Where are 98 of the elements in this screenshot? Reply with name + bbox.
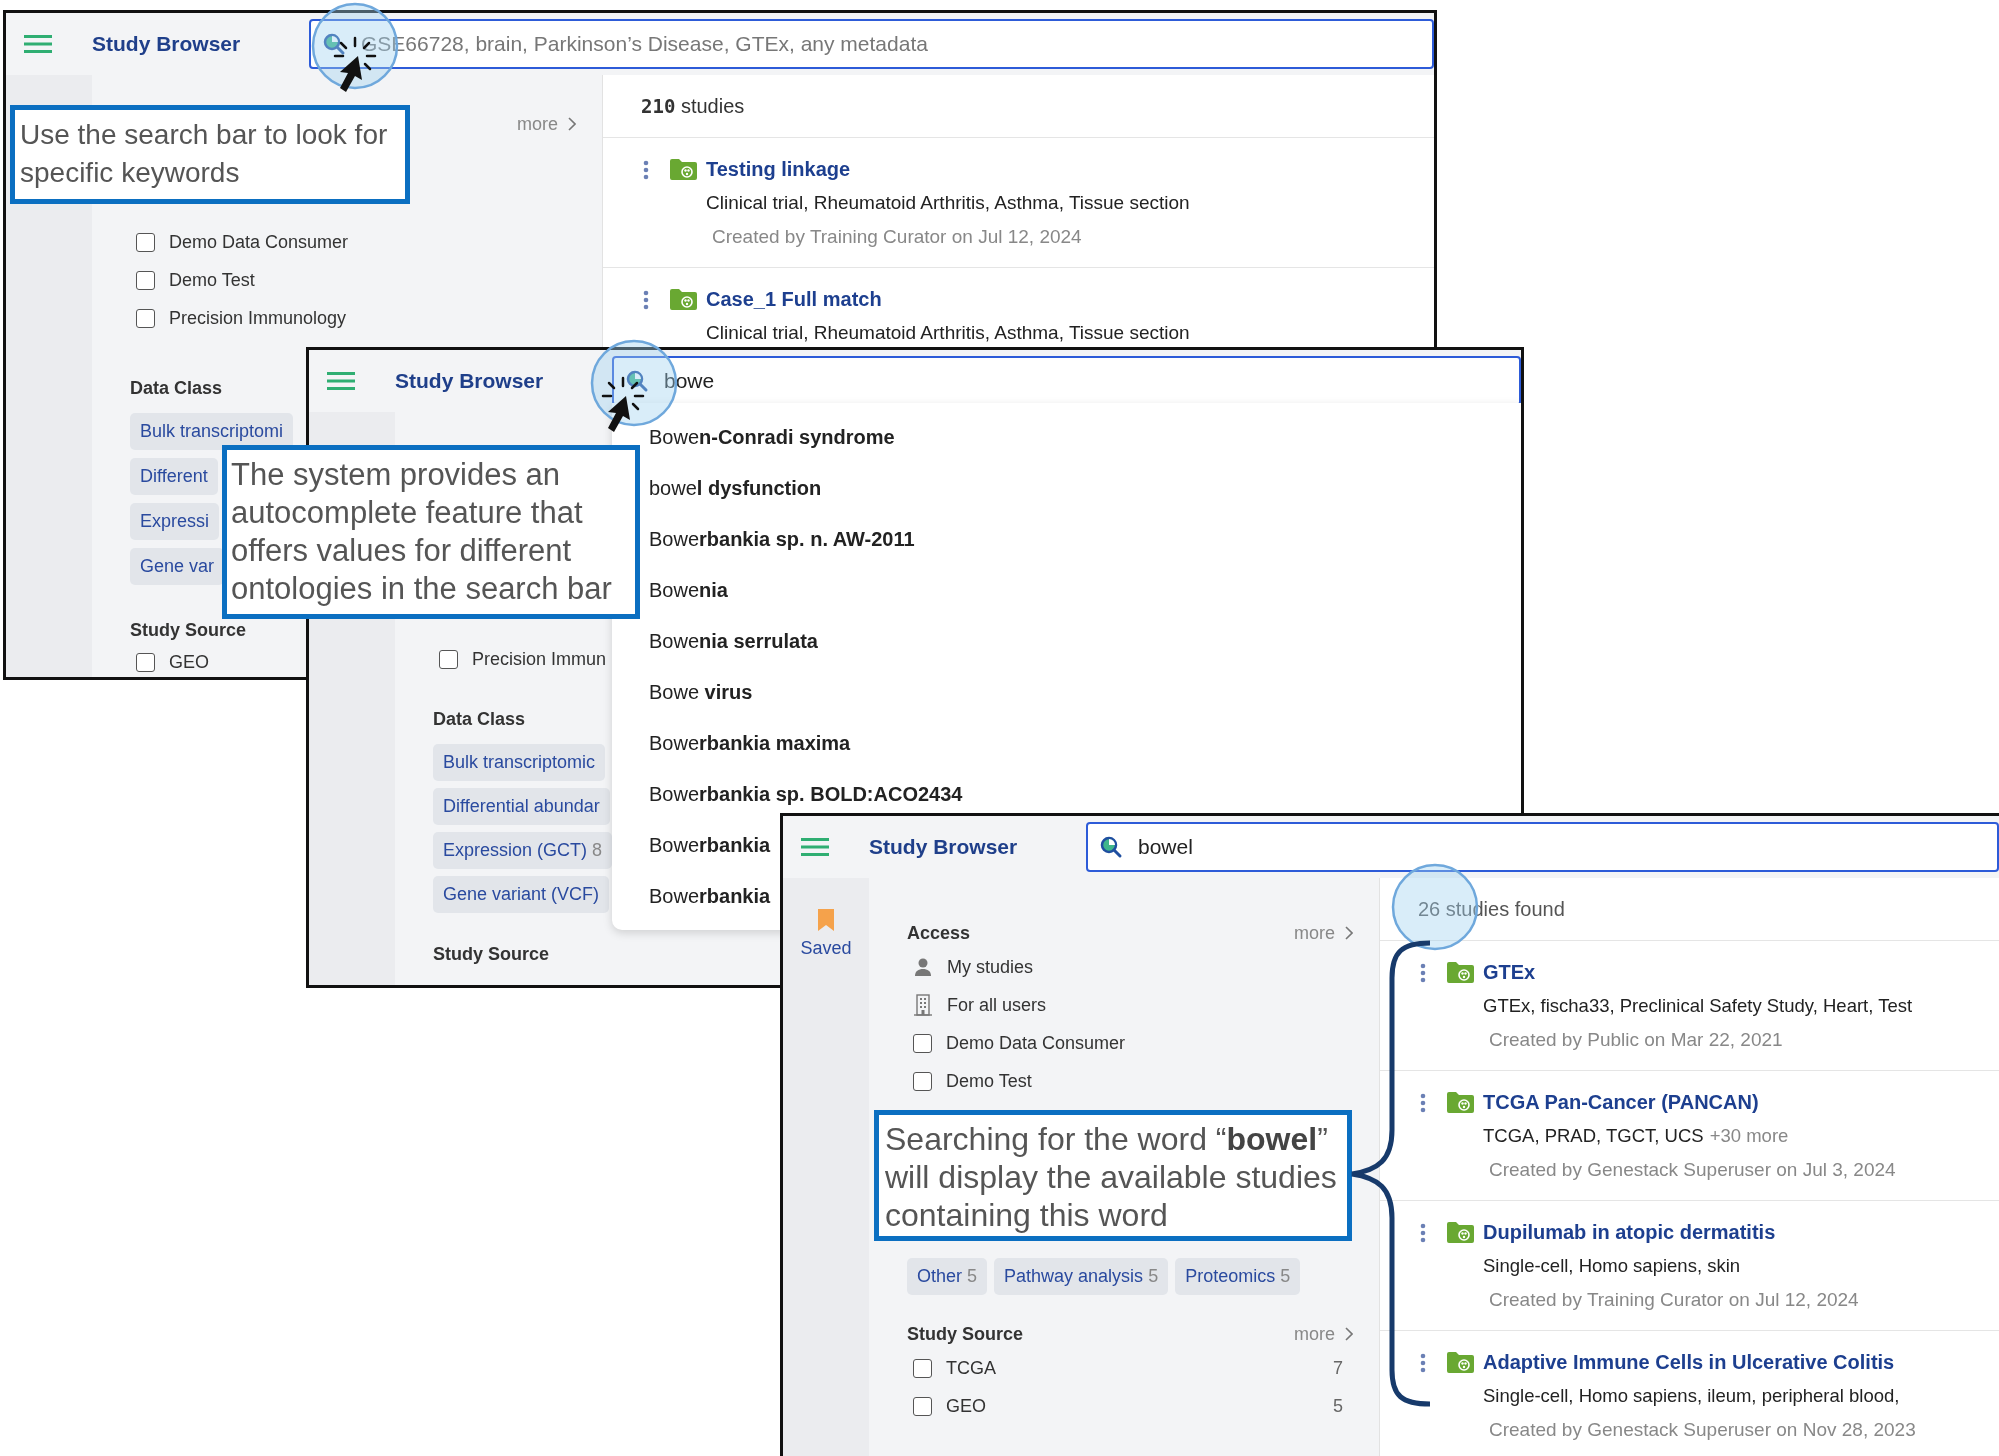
search-field[interactable]: bowel [1086,822,1999,872]
filter-heading: Access [907,922,971,944]
suggestion-item[interactable]: Bowerbankia [649,884,771,909]
checkbox[interactable] [136,652,155,672]
checkbox[interactable] [136,232,155,252]
results-count: 210 studies [641,94,745,118]
filter-chip[interactable]: Bulk transcriptomic [433,744,606,781]
filter-chip[interactable]: Expressi [130,503,220,540]
folder-icon [1447,1221,1474,1243]
building-icon [913,994,933,1016]
checkbox[interactable] [439,649,458,669]
suggestion-item[interactable]: Bowe virus [649,680,753,705]
search-icon [322,32,346,56]
folder-icon [1447,961,1474,983]
study-tags: Single-cell, Homo sapiens, ileum, peripheral blood, [1483,1383,1916,1409]
filter-chip[interactable]: Other 5 [907,1258,988,1295]
filter-chip[interactable]: Proteomics 5 [1175,1258,1301,1295]
suggestion-item[interactable]: Bowenia serrulata [649,629,818,654]
study-tags: GTEx, fischa33, Preclinical Safety Study, Heart, Test [1483,993,1913,1019]
study-tags: Clinical trial, Rheumatoid Arthritis, Asthma, Tissue section [706,190,1190,216]
kebab-menu-icon[interactable] [1420,1093,1426,1113]
kebab-menu-icon[interactable] [1420,1353,1426,1373]
callout-note: Searching for the word “bowel” will display the available studies containing this word [874,1110,1352,1241]
filter-heading: Data Class [130,377,223,399]
folder-icon [670,288,697,310]
study-created: Created by Public on Mar 22, 2021 [1488,1028,1784,1052]
filter-heading: Study Source [433,943,550,965]
filter-chip[interactable]: Differential abundar [433,788,610,825]
chevron-icon[interactable] [1345,926,1353,940]
suggestion-item[interactable]: bowel dysfunction [649,476,822,501]
filter-option[interactable]: TCGA [946,1357,996,1379]
study-created: Created by Genestack Superuser on Nov 28, 2023 [1488,1418,1916,1442]
filter-option[interactable]: Demo Data Consumer [946,1032,1126,1054]
search-icon [1099,835,1123,859]
suggestion-item[interactable]: Bowen-Conradi syndrome [649,425,895,450]
filter-chip[interactable]: Pathway analysis 5 [994,1258,1169,1295]
suggestion-item[interactable]: Bowerbankia sp. n. AW-2011 [649,527,915,552]
chevron-icon[interactable] [1345,1327,1353,1341]
study-tags: Clinical trial, Rheumatoid Arthritis, Asthma, Tissue section [706,320,1190,346]
chevron-icon[interactable] [568,117,576,131]
app-title: Study Browser [869,835,1018,858]
suggestion-item[interactable]: Bowerbankia maxima [649,731,851,756]
filter-option[interactable]: Demo Test [169,269,255,291]
checkbox[interactable] [136,270,155,290]
study-title-link[interactable]: Case_1 Full match [706,286,1190,312]
study-tags: TCGA, PRAD, TGCT, UCS +30 more [1483,1123,1896,1149]
filter-heading: Data Class [433,708,526,730]
filter-option[interactable]: Demo Test [946,1070,1032,1092]
study-created: Created by Training Curator on Jul 12, 2024 [711,225,1083,249]
study-tags: Single-cell, Homo sapiens, skin [1483,1253,1859,1279]
checkbox[interactable] [913,1358,932,1378]
filter-chip[interactable]: Expression (GCT) 8 [433,832,613,869]
filter-chip[interactable]: Different [130,458,218,495]
checkbox[interactable] [136,308,155,328]
callout-note: The system provides an autocomplete feature that offers values for different ontologies in the search bar [222,445,640,619]
filter-option[interactable]: For all users [947,994,1047,1016]
filter-option[interactable]: Precision Immunology [169,307,347,329]
checkbox[interactable] [913,1396,932,1416]
folder-icon [670,158,697,180]
app-title: Study Browser [92,32,241,55]
menu-icon[interactable] [327,371,355,391]
study-created: Created by Training Curator on Jul 12, 2024 [1488,1288,1859,1312]
kebab-menu-icon[interactable] [1420,963,1426,983]
folder-icon [1447,1091,1474,1113]
filter-chip[interactable]: Gene var [130,548,225,585]
checkbox[interactable] [913,1033,932,1053]
folder-icon [1447,1351,1474,1373]
study-title-link[interactable]: Dupilumab in atopic dermatitis [1483,1219,1859,1245]
study-title-link[interactable]: Testing linkage [706,156,1190,182]
study-title-link[interactable]: TCGA Pan-Cancer (PANCAN) [1483,1089,1896,1115]
app-title: Study Browser [395,369,544,392]
option-count: 7 [1333,1357,1343,1379]
suggestion-item[interactable]: Bowenia [649,578,728,603]
suggestion-item[interactable]: Bowerbankia sp. BOLD:ACO2434 [649,782,963,807]
filter-heading: Study Source [907,1323,1024,1345]
filter-chip[interactable]: Bulk transcriptomi [130,413,294,450]
filter-heading: Study Source [130,619,247,641]
person-icon [913,957,933,977]
search-icon [625,369,649,393]
option-count: 5 [1333,1395,1343,1417]
filter-option[interactable]: Precision Immun [472,648,607,670]
menu-icon[interactable] [801,837,829,857]
menu-icon[interactable] [24,34,52,54]
filter-option[interactable]: Demo Data Consumer [169,231,349,253]
study-title-link[interactable]: GTEx [1483,959,1913,985]
filter-option[interactable]: My studies [947,956,1034,978]
study-created: Created by Genestack Superuser on Jul 3, 2024 [1488,1158,1896,1182]
filter-option[interactable]: GEO [169,651,209,673]
filter-option[interactable]: GEO [946,1395,986,1417]
kebab-menu-icon[interactable] [643,160,649,180]
study-title-link[interactable]: Adaptive Immune Cells in Ulcerative Colitis [1483,1349,1916,1375]
checkbox[interactable] [913,1071,932,1091]
kebab-menu-icon[interactable] [643,290,649,310]
saved-label[interactable]: Saved [800,938,852,959]
kebab-menu-icon[interactable] [1420,1223,1426,1243]
filter-chip[interactable]: Gene variant (VCF) [433,876,610,913]
suggestion-item[interactable]: Bowerbankia [649,833,771,858]
callout-note: Use the search bar to look for specific keywords [10,105,410,204]
